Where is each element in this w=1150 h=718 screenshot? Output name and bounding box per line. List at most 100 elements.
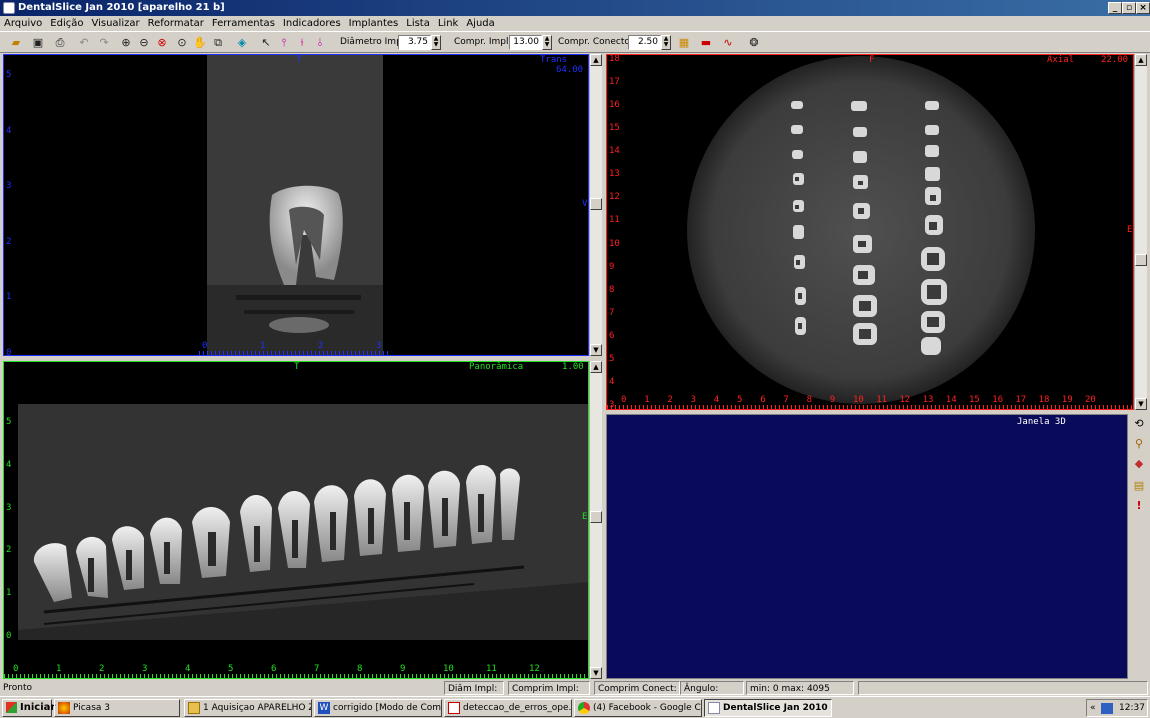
menu-implantes[interactable]: Implantes — [345, 16, 403, 31]
menu-indicadores[interactable]: Indicadores — [279, 16, 345, 31]
trans-top-marker: T — [296, 55, 302, 65]
conector-spinner[interactable]: ▲ ▼ — [661, 35, 671, 50]
implant-tool-1-icon[interactable]: ⫯ — [276, 35, 292, 51]
chrome-icon — [578, 702, 590, 714]
axial-scrollbar[interactable]: ▲ ▼ — [1134, 54, 1147, 410]
menu-ferramentas[interactable]: Ferramentas — [208, 16, 279, 31]
axial-scale-label: 19 — [1061, 395, 1073, 405]
janela-3d-view[interactable]: Janela 3D — [606, 414, 1128, 679]
pano-scroll-up[interactable]: ▲ — [590, 361, 602, 373]
zoom-out-icon[interactable]: ⊖ — [136, 35, 152, 51]
zoom-reset-icon[interactable]: ⊗ — [154, 35, 170, 51]
pano-scroll-down[interactable]: ▼ — [590, 667, 602, 679]
axial-value: 22.00 — [1101, 55, 1129, 65]
axial-scroll-down[interactable]: ▼ — [1135, 398, 1147, 410]
trans-scroll-thumb[interactable] — [590, 198, 602, 210]
panoramica-scale-label: 1 — [6, 588, 12, 599]
menu-ajuda[interactable]: Ajuda — [462, 16, 498, 31]
task-chrome[interactable]: (4) Facebook - Google C... — [574, 699, 702, 717]
task-pdf[interactable]: deteccao_de_erros_ope... — [444, 699, 572, 717]
implant-tool-3-icon[interactable]: ⫰ — [312, 35, 328, 51]
zoom-fit-icon[interactable]: ⧉ — [210, 35, 226, 51]
conector-label: Compr. Conector: — [558, 37, 637, 47]
pano-bottom-ruler: 0 1 2 3 4 5 6 7 8 9 10 11 12 — [4, 664, 588, 678]
start-label: Iniciar — [20, 702, 56, 713]
panoramica-scale-label: 9 — [400, 664, 406, 674]
axial-right-marker: E — [1127, 225, 1133, 235]
diametro-spinner[interactable]: ▲ ▼ — [431, 35, 441, 50]
status-angulo: Ângulo: — [680, 681, 744, 695]
task-picasa[interactable]: Picasa 3 — [54, 699, 180, 717]
measure-icon[interactable]: ◈ — [234, 35, 250, 51]
settings-icon[interactable]: ❂ — [746, 35, 762, 51]
axial-scale-label: 10 — [609, 238, 620, 249]
dentalslice-icon — [708, 702, 720, 714]
comprimento-spinner[interactable]: ▲ ▼ — [542, 35, 552, 50]
pan-hand-icon[interactable]: ✋ — [192, 35, 208, 51]
zoom-in-icon[interactable]: ⊕ — [118, 35, 134, 51]
save-icon[interactable]: ▣ — [30, 35, 46, 51]
select-arrow-icon[interactable]: ↖ — [258, 35, 274, 51]
axial-scroll-thumb[interactable] — [1135, 254, 1147, 266]
axial-view[interactable]: F Axial 22.00 E 18 17 16 15 14 13 12 11 10 9 8 7 6 5 4… — [606, 54, 1134, 410]
tray-expand-chevron[interactable]: « — [1090, 700, 1096, 716]
menu-link[interactable]: Link — [434, 16, 462, 31]
menu-visualizar[interactable]: Visualizar — [87, 16, 143, 31]
trans-scrollbar[interactable]: ▲ ▼ — [589, 54, 602, 356]
implant-tool-2-icon[interactable]: ⫮ — [294, 35, 310, 51]
axial-scale-label: 18 — [1038, 395, 1050, 405]
alert-icon[interactable]: ! — [1132, 498, 1146, 514]
picasa-icon — [58, 702, 70, 714]
axial-scale-label: 7 — [609, 307, 615, 318]
trans-scroll-up[interactable]: ▲ — [590, 54, 602, 66]
start-button[interactable]: Iniciar — [2, 699, 56, 717]
menu-edicao[interactable]: Edição — [46, 16, 87, 31]
network-icon[interactable] — [1101, 703, 1113, 714]
open-folder-icon[interactable]: ▰ — [8, 35, 24, 51]
task-folder[interactable]: 1 Aquisiçao APARELHO Z — [184, 699, 312, 717]
transversal-scale-label: 3 — [376, 341, 382, 351]
maximize-button[interactable]: ▫ — [1122, 2, 1136, 14]
zoom-window-icon[interactable]: ⊙ — [174, 35, 190, 51]
implant-place-icon[interactable]: ▦ — [676, 35, 692, 51]
transversal-view[interactable]: T Trans 64.00 V 5 4 3 2 1 0 0 1 2 3 — [3, 54, 589, 356]
angle-icon[interactable]: ∿ — [720, 35, 736, 51]
redo-icon[interactable]: ↷ — [96, 35, 112, 51]
panoramica-view[interactable]: T Panorâmica 1.00 E 543210 0 1 2 3 4 5 6 7 8 9 10 1… — [3, 361, 589, 679]
task-word[interactable]: Wcorrigido [Modo de Comp... — [314, 699, 442, 717]
minimize-button[interactable]: _ — [1108, 2, 1122, 14]
axial-title: Axial — [1047, 55, 1075, 65]
menu-reformatar[interactable]: Reformatar — [144, 16, 208, 31]
layers-icon[interactable]: ▤ — [1132, 478, 1146, 494]
transversal-scale-label: 4 — [6, 125, 12, 136]
connector-icon[interactable]: ▬ — [698, 35, 714, 51]
undo-icon[interactable]: ↶ — [76, 35, 92, 51]
close-button[interactable]: × — [1136, 2, 1150, 14]
color-icon[interactable]: ◆ — [1132, 456, 1146, 472]
status-empty — [858, 681, 1148, 695]
panoramica-scale-label: 0 — [13, 664, 19, 674]
task-dentalslice[interactable]: DentalSlice Jan 2010 ... — [704, 699, 832, 717]
binoculars-icon[interactable]: ⚲ — [1132, 436, 1146, 452]
menu-arquivo[interactable]: Arquivo — [0, 16, 46, 31]
axial-left-ruler: 1817161514131211109876543 — [607, 55, 621, 409]
rotate-icon[interactable]: ⟲ — [1132, 416, 1146, 432]
transversal-scale-label: 0 — [202, 341, 208, 351]
pano-right-marker: E — [582, 512, 588, 522]
axial-scale-label: 14 — [945, 395, 957, 405]
conector-field[interactable]: 2.50 — [628, 35, 661, 50]
panoramica-scale-label: 6 — [271, 664, 277, 674]
axial-scroll-up[interactable]: ▲ — [1135, 54, 1147, 66]
comprimento-field[interactable]: 13.00 — [509, 35, 542, 50]
print-icon[interactable]: ⎙ — [52, 35, 68, 51]
menu-bar: Arquivo Edição Visualizar Reformatar Ferrame… — [0, 16, 1150, 31]
pano-scrollbar[interactable]: ▲ ▼ — [589, 361, 602, 679]
pano-scroll-thumb[interactable] — [590, 511, 602, 523]
axial-scale-label: 1 — [644, 395, 650, 405]
panoramica-scale-label: 5 — [6, 417, 12, 427]
axial-scale-label: 5 — [609, 353, 615, 364]
transversal-scale-label: 2 — [6, 236, 12, 247]
trans-scroll-down[interactable]: ▼ — [590, 344, 602, 356]
menu-lista[interactable]: Lista — [402, 16, 434, 31]
diametro-field[interactable]: 3.75 — [398, 35, 431, 50]
